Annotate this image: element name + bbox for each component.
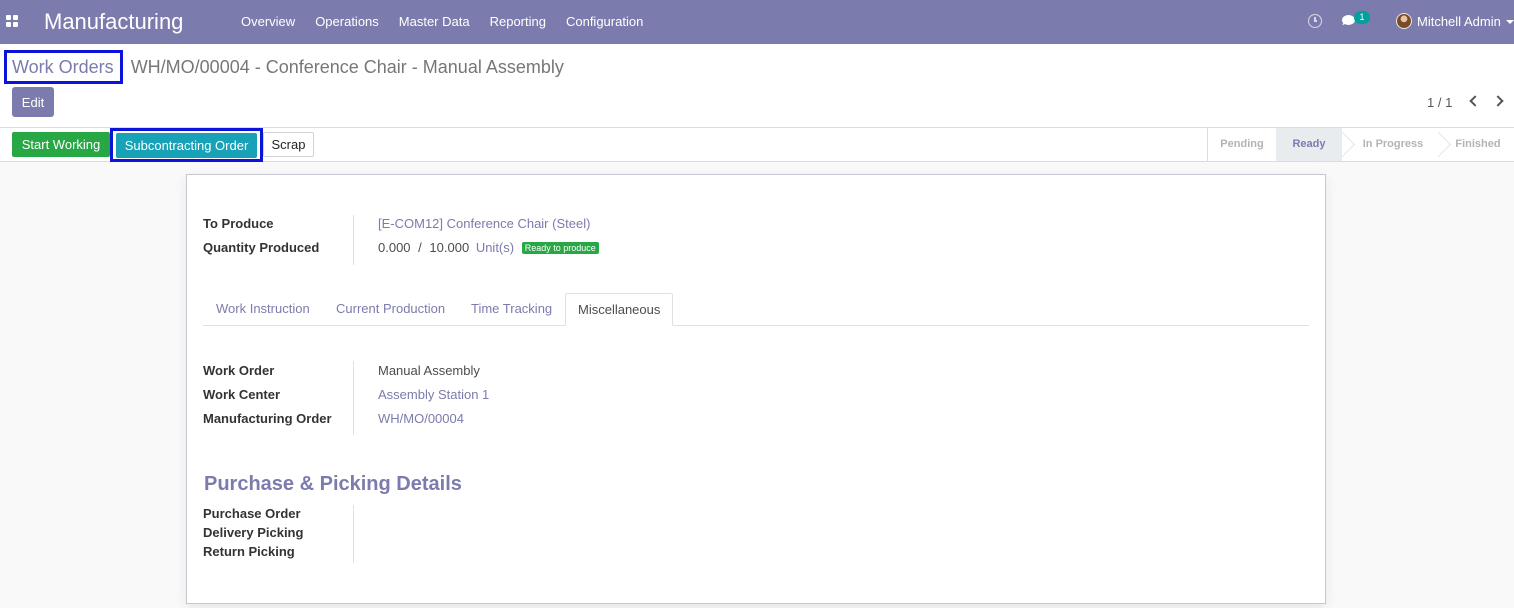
tab-time-tracking[interactable]: Time Tracking [471, 293, 552, 326]
delivery-picking-label: Delivery Picking [203, 525, 304, 540]
stage-in-progress[interactable]: In Progress [1348, 128, 1438, 161]
menu-master-data[interactable]: Master Data [389, 0, 480, 44]
pager-value[interactable]: 1 / 1 [1427, 95, 1452, 110]
field-to-produce: To Produce [E-COM12] Conference Chair (S… [203, 213, 1003, 237]
work-order-label: Work Order [203, 363, 275, 378]
qty-separator: / [418, 240, 422, 255]
manufacturing-order-label: Manufacturing Order [203, 411, 332, 426]
menu-configuration[interactable]: Configuration [556, 0, 653, 44]
menu-reporting[interactable]: Reporting [480, 0, 556, 44]
activity-clock-icon[interactable] [1308, 14, 1322, 28]
stage-finished[interactable]: Finished [1444, 128, 1512, 161]
start-working-button[interactable]: Start Working [12, 132, 110, 157]
menu-overview[interactable]: Overview [231, 0, 305, 44]
work-order-value: Manual Assembly [378, 363, 480, 378]
field-work-order: Work Order Manual Assembly [203, 360, 1003, 384]
qty-done[interactable]: 0.000 [378, 240, 411, 255]
tab-work-instruction[interactable]: Work Instruction [216, 293, 310, 326]
notebook-tabs: Work Instruction Current Production Time… [203, 293, 1309, 326]
stage-pipeline: Pending Ready In Progress Finished [1207, 128, 1514, 162]
field-delivery-picking: Delivery Picking [203, 523, 603, 542]
breadcrumb: Work Orders WH/MO/00004 - Conference Cha… [4, 49, 564, 85]
qty-total: 10.000 [429, 240, 470, 255]
subcontracting-highlight: Subcontracting Order [110, 128, 263, 162]
qty-uom[interactable]: Unit(s) [476, 240, 514, 255]
user-avatar[interactable] [1396, 13, 1412, 29]
purchase-picking-section-title: Purchase & Picking Details [204, 473, 462, 495]
purchase-order-label: Purchase Order [203, 506, 301, 521]
breadcrumb-work-orders-link[interactable]: Work Orders [4, 50, 123, 84]
messages-count-badge: 1 [1354, 11, 1370, 24]
main-menu: Overview Operations Master Data Reportin… [231, 0, 653, 44]
form-sheet: To Produce [E-COM12] Conference Chair (S… [186, 174, 1326, 604]
control-panel: Work Orders WH/MO/00004 - Conference Cha… [0, 44, 1514, 128]
tab-miscellaneous[interactable]: Miscellaneous [565, 293, 674, 326]
pager-previous-icon[interactable] [1469, 95, 1481, 107]
return-picking-label: Return Picking [203, 544, 295, 559]
edit-button[interactable]: Edit [12, 87, 54, 117]
user-menu-caret-icon[interactable] [1506, 20, 1514, 24]
subcontracting-order-button[interactable]: Subcontracting Order [116, 133, 257, 158]
to-produce-label: To Produce [203, 216, 274, 231]
field-purchase-order: Purchase Order [203, 504, 603, 523]
field-work-center: Work Center Assembly Station 1 [203, 384, 1003, 408]
scrap-button[interactable]: Scrap [263, 132, 314, 157]
app-brand[interactable]: Manufacturing [44, 9, 183, 35]
field-manufacturing-order: Manufacturing Order WH/MO/00004 [203, 408, 1003, 432]
user-menu-name[interactable]: Mitchell Admin [1417, 14, 1501, 29]
quantity-produced-label: Quantity Produced [203, 240, 320, 255]
top-navbar: Manufacturing Overview Operations Master… [0, 0, 1514, 44]
form-statusbar: Start Working Subcontracting Order Scrap… [0, 128, 1514, 162]
to-produce-value[interactable]: [E-COM12] Conference Chair (Steel) [378, 216, 590, 231]
field-quantity-produced: Quantity Produced 0.000 / 10.000 Unit(s)… [203, 237, 1003, 261]
menu-operations[interactable]: Operations [305, 0, 389, 44]
tab-current-production[interactable]: Current Production [336, 293, 445, 326]
quantity-produced-value: 0.000 / 10.000 Unit(s) Ready to produce [378, 240, 599, 255]
manufacturing-order-value[interactable]: WH/MO/00004 [378, 411, 464, 426]
field-return-picking: Return Picking [203, 542, 603, 561]
pager-next-icon[interactable] [1492, 95, 1504, 107]
apps-menu-icon[interactable] [6, 15, 18, 27]
ready-to-produce-badge: Ready to produce [521, 242, 599, 254]
breadcrumb-current: WH/MO/00004 - Conference Chair - Manual … [130, 56, 564, 77]
stage-pending[interactable]: Pending [1208, 128, 1276, 161]
work-center-label: Work Center [203, 387, 281, 402]
work-center-value[interactable]: Assembly Station 1 [378, 387, 489, 402]
